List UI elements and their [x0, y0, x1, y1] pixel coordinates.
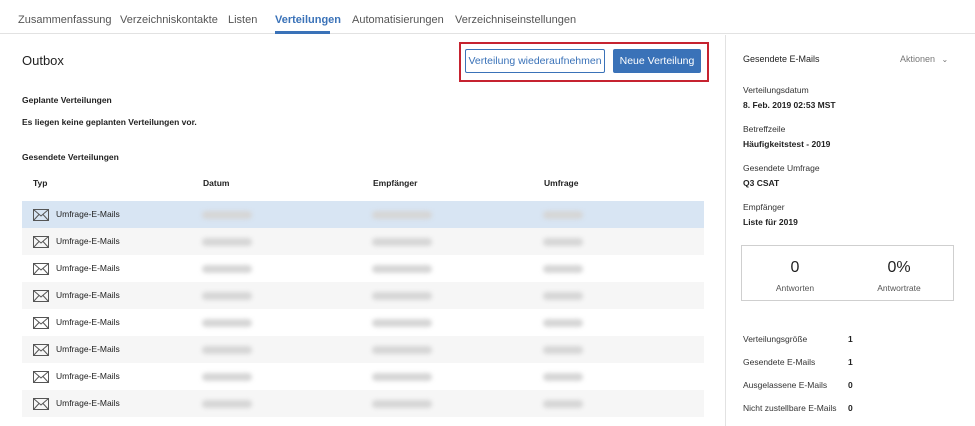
redacted-date [202, 346, 252, 354]
sent-heading: Gesendete Verteilungen [22, 152, 119, 162]
redacted-recipients [372, 211, 432, 219]
redacted-survey [543, 373, 583, 381]
scheduled-empty-text: Es liegen keine geplanten Verteilungen v… [22, 117, 197, 127]
summary-label: Ausgelassene E-Mails [743, 380, 828, 390]
redacted-recipients [372, 265, 432, 273]
redacted-recipients [372, 400, 432, 408]
detail-value: 8. Feb. 2019 02:53 MST [743, 100, 836, 110]
table-row[interactable]: Umfrage-E-Mails [22, 309, 704, 336]
tab-zusammenfassung[interactable]: Zusammenfassung [18, 14, 112, 26]
row-type: Umfrage-E-Mails [56, 398, 120, 408]
redacted-recipients [372, 292, 432, 300]
tab-verzeichniseinstellungen[interactable]: Verzeichniseinstellungen [455, 14, 576, 26]
response-rate: 0% [887, 259, 911, 276]
detail-label: Empfänger [743, 202, 785, 212]
summary-value: 0 [848, 380, 853, 390]
redacted-survey [543, 265, 583, 273]
mail-icon [33, 262, 49, 275]
mail-icon [33, 343, 49, 356]
summary-label: Verteilungsgröße [743, 334, 808, 344]
redacted-recipients [372, 238, 432, 246]
table-row[interactable]: Umfrage-E-Mails [22, 282, 704, 309]
redacted-survey [543, 292, 583, 300]
summary-value: 1 [848, 357, 853, 367]
detail-label: Verteilungsdatum [743, 85, 809, 95]
redacted-date [202, 373, 252, 381]
redacted-date [202, 292, 252, 300]
summary-value: 0 [848, 403, 853, 413]
table-row[interactable]: Umfrage-E-Mails [22, 363, 704, 390]
redacted-recipients [372, 373, 432, 381]
responses-label: Antworten [775, 283, 815, 293]
mail-icon [33, 370, 49, 383]
detail-value: Q3 CSAT [743, 178, 780, 188]
sidebar-title: Gesendete E-Mails [743, 54, 820, 64]
mail-icon [33, 316, 49, 329]
redacted-date [202, 400, 252, 408]
tab-listen[interactable]: Listen [228, 14, 257, 26]
column-header-date[interactable]: Datum [203, 178, 229, 188]
mail-icon [33, 289, 49, 302]
redacted-recipients [372, 319, 432, 327]
redacted-survey [543, 319, 583, 327]
tab-automatisierungen[interactable]: Automatisierungen [352, 14, 444, 26]
redacted-recipients [372, 346, 432, 354]
detail-label: Betreffzeile [743, 124, 786, 134]
redacted-date [202, 265, 252, 273]
row-type: Umfrage-E-Mails [56, 263, 120, 273]
row-type: Umfrage-E-Mails [56, 290, 120, 300]
page-title: Outbox [22, 53, 64, 68]
row-type: Umfrage-E-Mails [56, 371, 120, 381]
column-header-survey[interactable]: Umfrage [544, 178, 578, 188]
new-distribution-button[interactable]: Neue Verteilung [613, 49, 701, 73]
tab-verzeichniskontakte[interactable]: Verzeichniskontakte [120, 14, 218, 26]
active-tab-indicator [275, 31, 330, 34]
redacted-date [202, 211, 252, 219]
actions-label: Aktionen [900, 54, 936, 64]
detail-value: Liste für 2019 [743, 217, 798, 227]
column-header-recipients[interactable]: Empfänger [373, 178, 417, 188]
detail-value: Häufigkeitstest - 2019 [743, 139, 831, 149]
mail-icon [33, 208, 49, 221]
redacted-survey [543, 400, 583, 408]
chevron-down-icon: ⌄ [941, 55, 949, 64]
row-type: Umfrage-E-Mails [56, 209, 120, 219]
mail-icon [33, 397, 49, 410]
responses-count: 0 [790, 259, 800, 276]
summary-label: Nicht zustellbare E-Mails [743, 403, 837, 413]
tab-verteilungen[interactable]: Verteilungen [275, 14, 341, 26]
detail-label: Gesendete Umfrage [743, 163, 820, 173]
redacted-survey [543, 211, 583, 219]
row-type: Umfrage-E-Mails [56, 344, 120, 354]
column-header-type[interactable]: Typ [33, 178, 47, 188]
redacted-date [202, 319, 252, 327]
redacted-survey [543, 238, 583, 246]
table-row[interactable]: Umfrage-E-Mails [22, 255, 704, 282]
response-stats-box: 0 Antworten 0% Antwortrate [741, 245, 954, 301]
mail-icon [33, 235, 49, 248]
redacted-survey [543, 346, 583, 354]
table-row[interactable]: Umfrage-E-Mails [22, 201, 704, 228]
panel-divider [725, 35, 726, 426]
redacted-date [202, 238, 252, 246]
response-rate-label: Antwortrate [877, 283, 921, 293]
top-nav: Zusammenfassung Verzeichniskontakte List… [0, 0, 975, 34]
table-row[interactable]: Umfrage-E-Mails [22, 228, 704, 255]
scheduled-heading: Geplante Verteilungen [22, 95, 112, 105]
table-row[interactable]: Umfrage-E-Mails [22, 336, 704, 363]
table-row[interactable]: Umfrage-E-Mails [22, 390, 704, 417]
actions-dropdown[interactable]: Aktionen ⌄ [900, 54, 948, 64]
row-type: Umfrage-E-Mails [56, 236, 120, 246]
resume-distribution-button[interactable]: Verteilung wiederaufnehmen [465, 49, 605, 73]
summary-label: Gesendete E-Mails [743, 357, 816, 367]
summary-value: 1 [848, 334, 853, 344]
row-type: Umfrage-E-Mails [56, 317, 120, 327]
